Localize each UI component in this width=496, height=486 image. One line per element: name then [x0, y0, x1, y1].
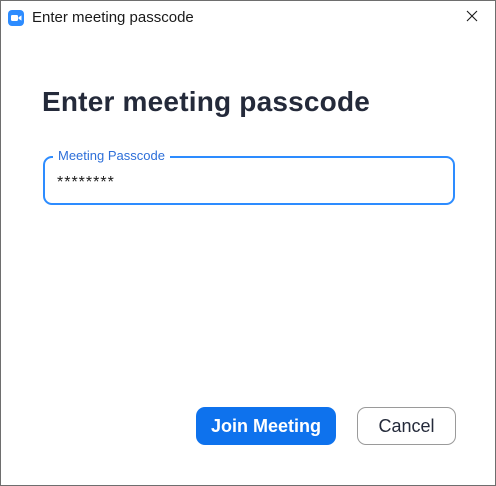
cancel-button[interactable]: Cancel — [357, 407, 456, 445]
passcode-dialog: Enter meeting passcode Enter meeting pas… — [0, 0, 496, 486]
title-bar: Enter meeting passcode — [1, 1, 495, 34]
close-icon — [466, 9, 478, 27]
window-title: Enter meeting passcode — [32, 9, 194, 26]
passcode-field-label: Meeting Passcode — [53, 148, 170, 163]
passcode-input[interactable]: ******** — [57, 174, 115, 192]
passcode-field[interactable]: Meeting Passcode ******** — [43, 148, 455, 205]
close-button[interactable] — [449, 1, 495, 34]
page-title: Enter meeting passcode — [42, 86, 371, 117]
zoom-camera-icon — [8, 10, 24, 26]
join-meeting-button[interactable]: Join Meeting — [196, 407, 336, 445]
